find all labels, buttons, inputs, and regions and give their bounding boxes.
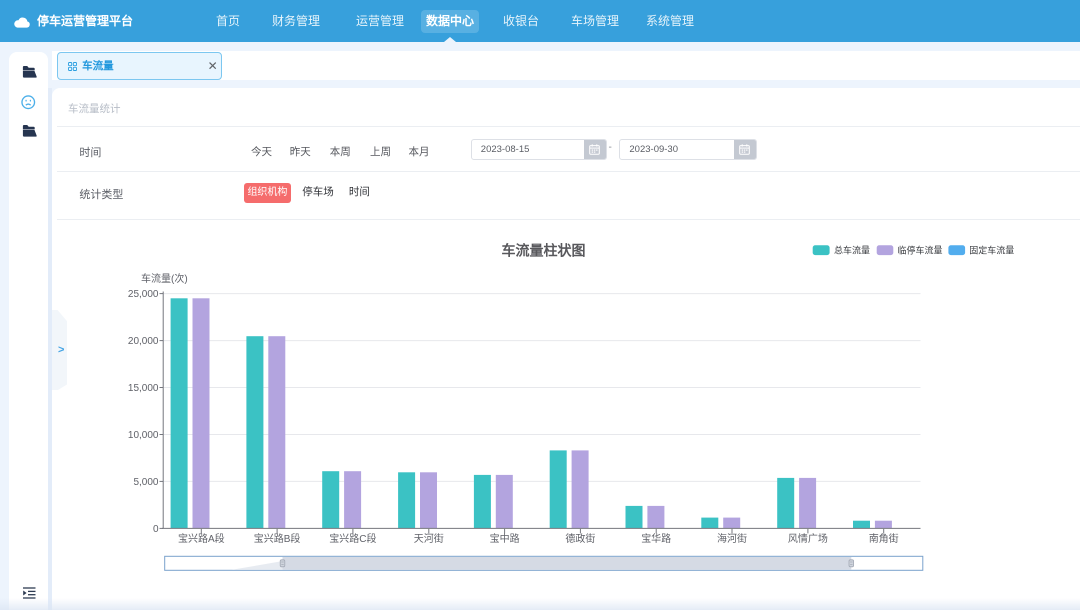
svg-text:宝兴路A段: 宝兴路A段 — [178, 532, 225, 545]
svg-text:德政街: 德政街 — [565, 532, 595, 545]
svg-text:20,000: 20,000 — [128, 336, 159, 347]
svg-text:15,000: 15,000 — [128, 383, 159, 394]
svg-text:总车流量: 总车流量 — [834, 245, 870, 256]
svg-text:宝华路: 宝华路 — [641, 532, 671, 545]
svg-text:宝兴路B段: 宝兴路B段 — [254, 532, 301, 545]
svg-text:宝中路: 宝中路 — [490, 532, 520, 545]
svg-text:宝兴路C段: 宝兴路C段 — [329, 532, 376, 545]
svg-text:风情广场: 风情广场 — [788, 532, 828, 545]
svg-text:5,000: 5,000 — [133, 477, 158, 488]
svg-text:0: 0 — [153, 524, 159, 535]
svg-text:海河街: 海河街 — [717, 532, 747, 545]
svg-text:南角街: 南角街 — [869, 532, 899, 545]
svg-text:固定车流量: 固定车流量 — [969, 245, 1014, 256]
svg-text:车流量柱状图: 车流量柱状图 — [502, 243, 586, 259]
svg-text:天河街: 天河街 — [414, 532, 444, 545]
svg-text:车流量(次): 车流量(次) — [141, 272, 188, 285]
svg-text:10,000: 10,000 — [128, 430, 159, 441]
svg-text:25,000: 25,000 — [128, 289, 159, 300]
svg-text:临停车流量: 临停车流量 — [898, 245, 943, 256]
